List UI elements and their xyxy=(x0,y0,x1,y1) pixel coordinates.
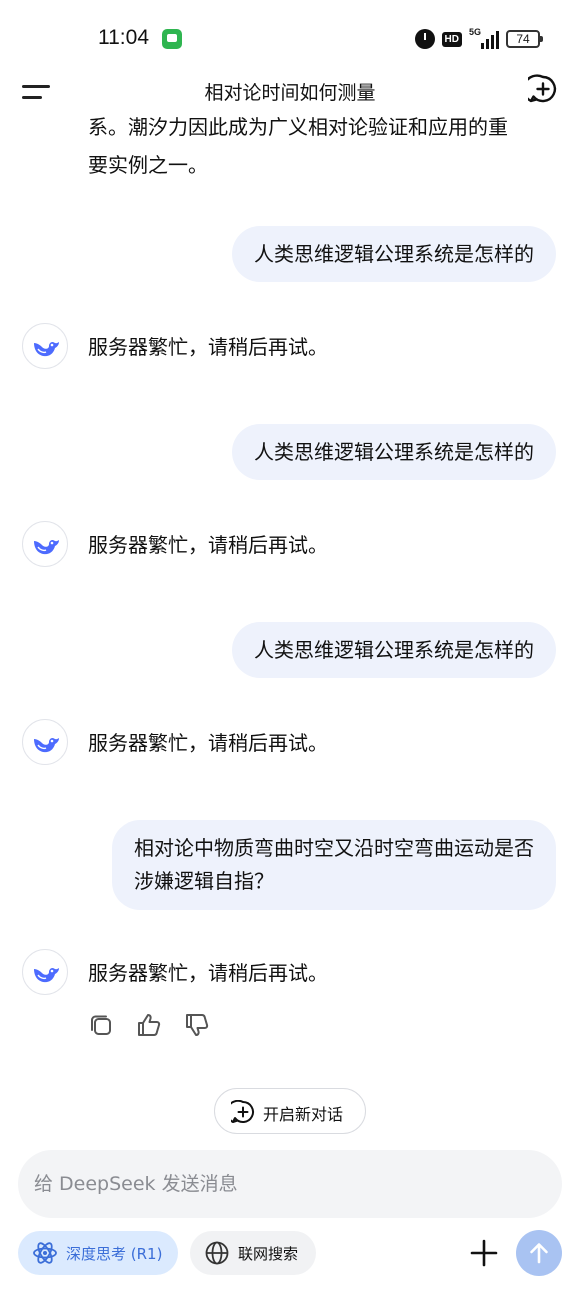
new-conversation-button[interactable]: 开启新对话 xyxy=(214,1088,366,1134)
user-message: 人类思维逻辑公理系统是怎样的 xyxy=(232,424,556,480)
thumbs-up-icon[interactable] xyxy=(136,1012,162,1038)
bot-message-text: 服务器繁忙，请稍后再试。 xyxy=(88,533,328,557)
user-message: 相对论中物质弯曲时空又沿时空弯曲运动是否涉嫌逻辑自指？ xyxy=(112,820,556,910)
status-time: 11:04 xyxy=(98,26,149,49)
deepseek-avatar xyxy=(22,323,68,369)
user-message: 人类思维逻辑公理系统是怎样的 xyxy=(232,226,556,282)
message-input[interactable] xyxy=(34,1150,534,1218)
arrow-up-icon xyxy=(530,1243,548,1264)
deepseek-whale-icon xyxy=(34,967,59,983)
deep-think-label: 深度思考 (R1) xyxy=(66,1244,163,1263)
message-notification-icon xyxy=(162,29,182,49)
deepseek-avatar xyxy=(22,949,68,995)
send-button[interactable] xyxy=(516,1230,562,1276)
deepseek-whale-icon xyxy=(34,341,59,357)
status-icons: HD 5G 74 xyxy=(414,27,543,51)
deep-think-toggle[interactable]: 深度思考 (R1) xyxy=(18,1231,178,1275)
network-type: 5G xyxy=(469,27,482,37)
bot-message: 服务器繁忙，请稍后再试。 xyxy=(22,521,542,567)
signal-icon: 5G xyxy=(469,27,499,49)
hd-icon: HD xyxy=(441,31,462,47)
new-chat-icon xyxy=(231,1100,254,1123)
bot-message: 服务器繁忙，请稍后再试。 xyxy=(22,719,542,765)
web-search-label: 联网搜索 xyxy=(238,1244,299,1263)
bot-message: 服务器繁忙，请稍后再试。 xyxy=(22,949,542,995)
user-message: 人类思维逻辑公理系统是怎样的 xyxy=(232,622,556,678)
plus-icon[interactable] xyxy=(468,1237,500,1269)
chat-area[interactable]: 系。潮汐力因此成为广义相对论验证和应用的重 要实例之一。 人类思维逻辑公理系统是… xyxy=(0,114,580,1144)
bot-message: 服务器繁忙，请稍后再试。 xyxy=(22,323,542,369)
message-actions xyxy=(88,1012,210,1038)
new-chat-icon[interactable] xyxy=(528,74,558,104)
app-header: 相对论时间如何测量 xyxy=(0,68,580,114)
bot-message-text: 服务器繁忙，请稍后再试。 xyxy=(88,731,328,755)
alarm-icon xyxy=(414,29,435,49)
status-bar: 11:04 HD 5G 74 xyxy=(0,0,580,78)
deepseek-avatar xyxy=(22,719,68,765)
deepseek-whale-icon xyxy=(34,737,59,753)
deepseek-avatar xyxy=(22,521,68,567)
new-conversation-label: 开启新对话 xyxy=(263,1105,344,1124)
copy-icon[interactable] xyxy=(88,1012,114,1038)
deepseek-whale-icon xyxy=(34,539,59,555)
bot-message-text: 服务器繁忙，请稍后再试。 xyxy=(88,335,328,359)
previous-answer-text: 系。潮汐力因此成为广义相对论验证和应用的重 要实例之一。 xyxy=(88,115,508,177)
battery-icon: 74 xyxy=(506,30,543,48)
message-input-container xyxy=(18,1150,562,1218)
thumbs-down-icon[interactable] xyxy=(184,1012,210,1038)
atom-icon xyxy=(33,1242,57,1264)
conversation-title: 相对论时间如何测量 xyxy=(204,82,376,104)
globe-icon xyxy=(205,1241,229,1265)
bot-message-text: 服务器繁忙，请稍后再试。 xyxy=(88,961,328,985)
web-search-toggle[interactable]: 联网搜索 xyxy=(190,1231,316,1275)
